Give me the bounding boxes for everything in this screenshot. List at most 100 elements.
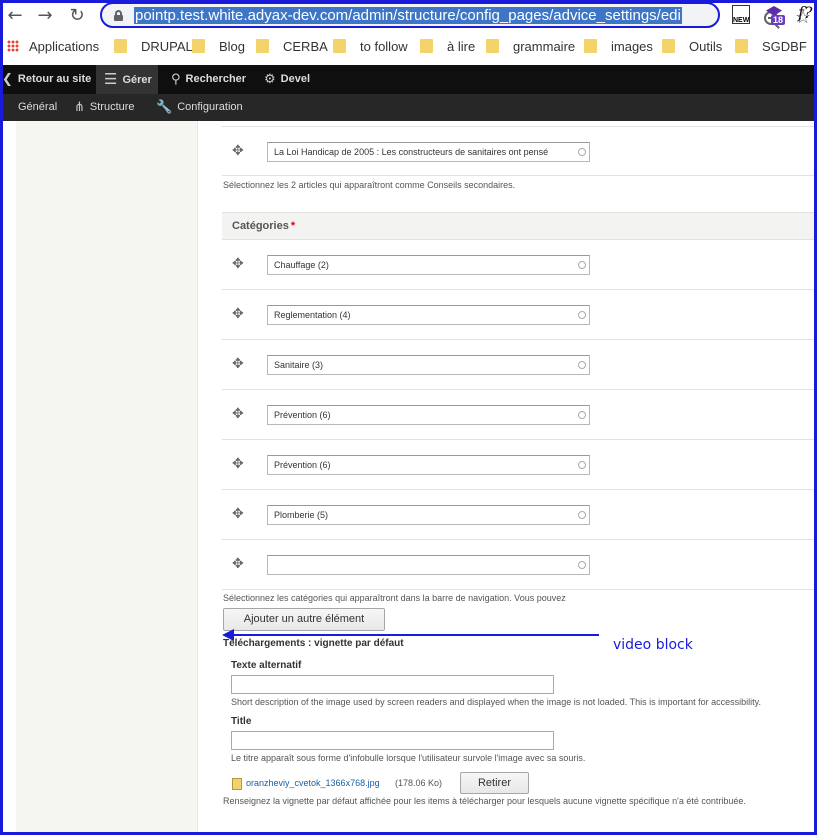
toolbar-back-to-site[interactable]: ❮ Retour au site (2, 65, 97, 94)
category-row: ✥ Chauffage (2) (222, 240, 817, 290)
bookmark-outils[interactable]: Outils (662, 39, 722, 54)
category-autocomplete-input[interactable]: Plomberie (5) (267, 505, 590, 525)
left-sidebar-panel (16, 121, 198, 835)
drag-handle-icon[interactable]: ✥ (232, 256, 244, 272)
autocomplete-throbber-icon (578, 148, 586, 156)
back-circle-icon: ❮ (2, 72, 13, 87)
sitemap-icon: ⋔ (74, 100, 85, 115)
url-text[interactable]: pointp.test.white.adyax-dev.com/admin/st… (134, 7, 682, 24)
search-icon: ⚲ (171, 72, 181, 87)
drag-handle-icon[interactable]: ✥ (232, 143, 244, 159)
category-autocomplete-input[interactable]: Chauffage (2) (267, 255, 590, 275)
drag-handle-icon[interactable]: ✥ (232, 506, 244, 522)
drag-handle-icon[interactable]: ✥ (232, 306, 244, 322)
category-row: ✥ Prévention (6) (222, 390, 817, 440)
bookmark-images[interactable]: images (584, 39, 653, 54)
bookmark-grammaire[interactable]: grammaire (486, 39, 575, 54)
bookmark-label: Outils (689, 39, 723, 54)
back-arrow-icon[interactable]: ← (5, 6, 25, 26)
toolbar-label: Gérer (122, 74, 152, 86)
bookmark-to-follow[interactable]: to follow (333, 39, 408, 54)
apps-icon (7, 40, 19, 52)
forward-arrow-icon[interactable]: → (35, 6, 55, 26)
bookmark-cerba[interactable]: CERBA (256, 39, 328, 54)
autocomplete-throbber-icon (578, 511, 586, 519)
autocomplete-throbber-icon (578, 361, 586, 369)
toolbar-label: Devel (280, 73, 311, 85)
category-input-value: Chauffage (2) (274, 260, 329, 270)
toolbar-manage[interactable]: ☰ Gérer (96, 65, 158, 94)
remove-file-button[interactable]: Retirer (460, 772, 529, 794)
bookmark-a-lire[interactable]: à lire (420, 39, 475, 54)
alt-text-description: Short description of the image used by s… (231, 697, 761, 707)
bookmark-applications[interactable]: Applications (7, 39, 99, 54)
menu-icon: ☰ (104, 70, 118, 88)
reload-icon[interactable]: ↻ (67, 6, 87, 26)
autocomplete-throbber-icon (578, 261, 586, 269)
file-size: (178.06 Ko) (395, 778, 443, 788)
advice-row: ✥ La Loi Handicap de 2005 : Les construc… (222, 126, 817, 176)
drag-handle-icon[interactable]: ✥ (232, 456, 244, 472)
category-autocomplete-input[interactable]: Prévention (6) (267, 455, 590, 475)
drag-handle-icon[interactable]: ✥ (232, 556, 244, 572)
folder-icon (192, 39, 205, 53)
folder-icon (584, 39, 597, 53)
admin-tray: Général ⋔ Structure 🔧 Configuration (0, 94, 817, 121)
bookmarks-bar: Applications DRUPAL Blog CERBA to follow… (0, 34, 817, 60)
category-input-value: Reglementation (4) (274, 310, 351, 320)
category-autocomplete-input[interactable] (267, 555, 590, 575)
toolbar-label: Rechercher (185, 73, 247, 85)
file-link[interactable]: oranzheviy_cvetok_1366x768.jpg (246, 778, 380, 788)
bookmark-blog[interactable]: Blog (192, 39, 245, 54)
alt-text-label: Texte alternatif (231, 660, 302, 671)
category-input-value: Prévention (6) (274, 460, 331, 470)
categories-description: Sélectionnez les catégories qui apparaît… (223, 593, 566, 603)
extension-new-label: NEW (733, 17, 750, 24)
add-another-item-button[interactable]: Ajouter un autre élément (223, 608, 385, 631)
category-input-value: Sanitaire (3) (274, 360, 324, 370)
bookmark-label: images (611, 39, 653, 54)
drag-handle-icon[interactable]: ✥ (232, 356, 244, 372)
category-input-value: Plomberie (5) (274, 510, 329, 520)
autocomplete-throbber-icon (578, 311, 586, 319)
advice-input-value: La Loi Handicap de 2005 : Les constructe… (274, 147, 549, 157)
folder-icon (333, 39, 346, 53)
toolbar-devel[interactable]: ⚙ Devel (264, 65, 310, 94)
categories-label-text: Catégories (232, 220, 289, 232)
toolbar-search[interactable]: ⚲ Rechercher (171, 65, 246, 94)
tray-configuration[interactable]: 🔧 Configuration (156, 94, 243, 121)
tray-structure[interactable]: ⋔ Structure (74, 94, 135, 121)
tray-general[interactable]: Général (18, 94, 57, 121)
advice-autocomplete-input[interactable]: La Loi Handicap de 2005 : Les constructe… (267, 142, 590, 162)
lock-icon (114, 10, 123, 21)
wrench-icon: 🔧 (156, 100, 173, 115)
file-description: Renseignez la vignette par défaut affich… (223, 796, 746, 806)
bookmark-label: Blog (219, 39, 246, 54)
category-autocomplete-input[interactable]: Sanitaire (3) (267, 355, 590, 375)
title-label: Title (231, 716, 252, 727)
required-mark: * (290, 220, 296, 232)
bookmark-label: to follow (360, 39, 408, 54)
toolbar-label: Retour au site (17, 73, 92, 85)
extension-f-icon[interactable]: f? (798, 3, 813, 22)
category-autocomplete-input[interactable]: Prévention (6) (267, 405, 590, 425)
advice-description: Sélectionnez les 2 articles qui apparaît… (223, 180, 516, 190)
title-input[interactable] (231, 731, 554, 750)
category-autocomplete-input[interactable]: Reglementation (4) (267, 305, 590, 325)
annotation-video-block: video block (613, 637, 693, 653)
bookmark-drupal[interactable]: DRUPAL (114, 39, 193, 54)
bookmark-label: DRUPAL (141, 39, 193, 54)
category-input-value: Prévention (6) (274, 410, 331, 420)
categories-label: Catégories * (232, 220, 295, 232)
gear-icon: ⚙ (264, 72, 276, 87)
extension-new-icon[interactable]: NEW (732, 5, 750, 24)
address-bar[interactable]: pointp.test.white.adyax-dev.com/admin/st… (100, 2, 811, 28)
category-row: ✥ Prévention (6) (222, 440, 817, 490)
category-row: ✥ Sanitaire (3) (222, 340, 817, 390)
extension-badge-icon[interactable]: 18 (766, 4, 788, 26)
category-row: ✥ Reglementation (4) (222, 290, 817, 340)
drag-handle-icon[interactable]: ✥ (232, 406, 244, 422)
categories-header: Catégories * (222, 212, 817, 240)
bookmark-sgdbf[interactable]: SGDBF (735, 39, 807, 54)
alt-text-input[interactable] (231, 675, 554, 694)
